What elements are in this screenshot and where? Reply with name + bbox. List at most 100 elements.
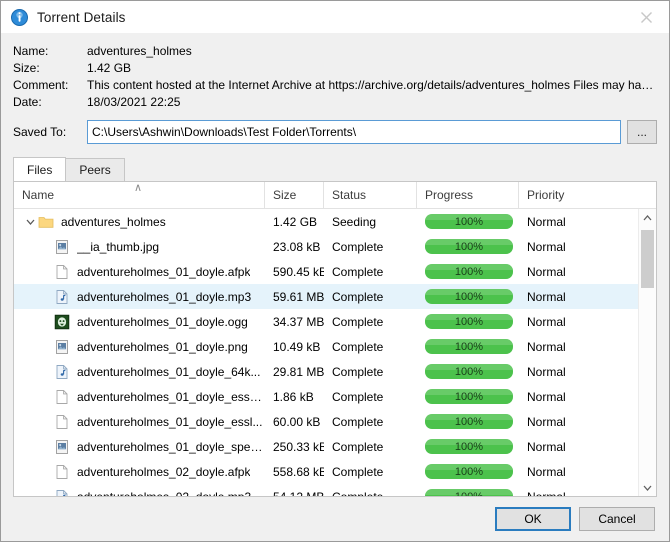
cell-name: adventureholmes_01_doyle.mp3: [14, 289, 265, 305]
cell-status: Complete: [324, 465, 417, 479]
file-name-label: adventureholmes_01_doyle_64k...: [77, 365, 260, 379]
files-list: Name ∧ Size Status Progress Priority adv…: [13, 181, 657, 497]
tab-strip: Files Peers: [13, 157, 657, 181]
table-row[interactable]: adventureholmes_01_doyle.mp359.61 MBComp…: [14, 284, 638, 309]
file-name-label: adventureholmes_01_doyle_essl...: [77, 415, 262, 429]
progress-label: 100%: [455, 366, 483, 378]
table-row[interactable]: __ia_thumb.jpg23.08 kBComplete100%Normal: [14, 234, 638, 259]
image-file-icon: [54, 439, 70, 455]
cell-priority: Normal: [519, 440, 619, 454]
cell-priority: Normal: [519, 465, 619, 479]
file-name-label: __ia_thumb.jpg: [77, 240, 159, 254]
progress-label: 100%: [455, 441, 483, 453]
cell-progress: 100%: [417, 414, 519, 429]
cell-status: Complete: [324, 365, 417, 379]
cell-size: 10.49 kB: [265, 340, 324, 354]
column-header-status[interactable]: Status: [324, 182, 417, 208]
progress-bar: 100%: [425, 364, 513, 379]
info-circle-icon: [11, 9, 28, 26]
scroll-down-button[interactable]: [639, 479, 656, 496]
window-title: Torrent Details: [37, 10, 126, 25]
scrollbar-track[interactable]: [639, 226, 656, 479]
column-header-size-label: Size: [273, 188, 296, 202]
scrollbar-thumb[interactable]: [641, 230, 654, 288]
column-header-size[interactable]: Size: [265, 182, 324, 208]
table-row[interactable]: adventureholmes_02_doyle.mp354.12 MBComp…: [14, 484, 638, 496]
progress-bar: 100%: [425, 389, 513, 404]
audio-file-icon: [54, 489, 70, 497]
table-row[interactable]: adventureholmes_01_doyle_64k...29.81 MBC…: [14, 359, 638, 384]
cell-size: 1.42 GB: [265, 215, 324, 229]
file-name-label: adventureholmes_02_doyle.afpk: [77, 465, 250, 479]
file-name-label: adventureholmes_01_doyle.ogg: [77, 315, 248, 329]
progress-label: 100%: [455, 316, 483, 328]
scroll-up-button[interactable]: [639, 209, 656, 226]
progress-bar: 100%: [425, 339, 513, 354]
table-row[interactable]: adventureholmes_01_doyle.ogg34.37 MBComp…: [14, 309, 638, 334]
cell-status: Complete: [324, 240, 417, 254]
progress-bar: 100%: [425, 214, 513, 229]
table-row[interactable]: adventureholmes_01_doyle.afpk590.45 kBCo…: [14, 259, 638, 284]
cell-name: adventureholmes_02_doyle.mp3: [14, 489, 265, 497]
table-row[interactable]: adventureholmes_01_doyle.png10.49 kBComp…: [14, 334, 638, 359]
column-header-status-label: Status: [332, 188, 366, 202]
progress-label: 100%: [455, 466, 483, 478]
date-label: Date:: [13, 94, 87, 111]
cell-progress: 100%: [417, 464, 519, 479]
expand-chevron-down-icon[interactable]: [22, 219, 38, 225]
column-header-priority[interactable]: Priority: [519, 182, 619, 208]
tab-files[interactable]: Files: [13, 157, 66, 181]
cell-priority: Normal: [519, 265, 619, 279]
cell-name: adventureholmes_01_doyle.ogg: [14, 314, 265, 330]
audio-file-icon: [54, 289, 70, 305]
image-file-icon: [54, 339, 70, 355]
vertical-scrollbar[interactable]: [638, 209, 656, 496]
cell-progress: 100%: [417, 239, 519, 254]
table-row[interactable]: adventureholmes_01_doyle_essl...60.00 kB…: [14, 409, 638, 434]
progress-bar: 100%: [425, 314, 513, 329]
cell-progress: 100%: [417, 264, 519, 279]
cell-priority: Normal: [519, 390, 619, 404]
file-name-label: adventureholmes_01_doyle_spec...: [77, 440, 265, 454]
browse-button[interactable]: ...: [627, 120, 657, 144]
column-header-progress-label: Progress: [425, 188, 473, 202]
cell-status: Seeding: [324, 215, 417, 229]
cell-status: Complete: [324, 265, 417, 279]
table-row[interactable]: adventures_holmes1.42 GBSeeding100%Norma…: [14, 209, 638, 234]
blank-file-icon: [54, 464, 70, 480]
table-row[interactable]: adventureholmes_02_doyle.afpk 558.68 kBCo…: [14, 459, 638, 484]
saved-to-input[interactable]: [87, 120, 621, 144]
file-name-label: adventureholmes_01_doyle.afpk: [77, 265, 250, 279]
saved-to-row: Saved To: ...: [13, 120, 657, 144]
cell-progress: 100%: [417, 439, 519, 454]
cell-name: adventureholmes_01_doyle_64k...: [14, 364, 265, 380]
cell-size: 59.61 MB: [265, 290, 324, 304]
table-row[interactable]: adventureholmes_01_doyle_spec...250.33 k…: [14, 434, 638, 459]
column-header-progress[interactable]: Progress: [417, 182, 519, 208]
table-row[interactable]: adventureholmes_01_doyle_essh...1.86 kBC…: [14, 384, 638, 409]
table-header: Name ∧ Size Status Progress Priority: [14, 182, 656, 209]
info-row-date: Date: 18/03/2021 22:25: [13, 94, 657, 111]
cell-progress: 100%: [417, 389, 519, 404]
title-bar: Torrent Details: [1, 1, 669, 33]
cancel-button[interactable]: Cancel: [579, 507, 655, 531]
sort-ascending-icon: ∧: [134, 183, 142, 193]
column-header-name[interactable]: Name ∧: [14, 182, 265, 208]
close-icon[interactable]: [624, 1, 669, 33]
blank-file-icon: [54, 264, 70, 280]
ok-button[interactable]: OK: [495, 507, 571, 531]
cell-progress: 100%: [417, 489, 519, 496]
torrent-details-dialog: Torrent Details Name: adventures_holmes …: [0, 0, 670, 542]
progress-label: 100%: [455, 266, 483, 278]
saved-to-label: Saved To:: [13, 125, 87, 139]
cell-priority: Normal: [519, 415, 619, 429]
progress-bar: 100%: [425, 464, 513, 479]
date-value: 18/03/2021 22:25: [87, 94, 180, 111]
file-name-label: adventures_holmes: [61, 215, 166, 229]
cell-size: 558.68 kB: [265, 465, 324, 479]
cell-priority: Normal: [519, 340, 619, 354]
tab-peers[interactable]: Peers: [65, 158, 124, 181]
image-file-icon: [54, 239, 70, 255]
cell-status: Complete: [324, 440, 417, 454]
dialog-footer: OK Cancel: [1, 497, 669, 541]
